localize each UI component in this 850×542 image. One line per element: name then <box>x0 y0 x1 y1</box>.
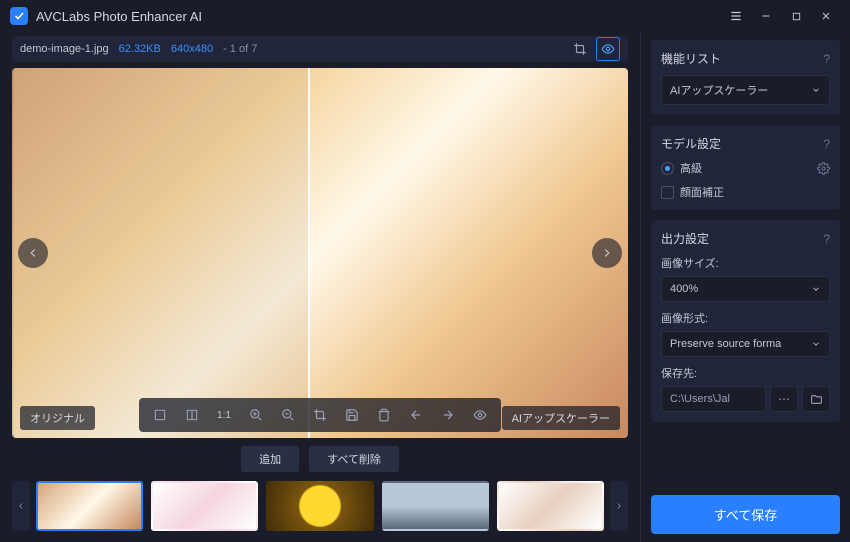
menu-button[interactable] <box>722 2 750 30</box>
preview-toolbar: 1:1 <box>139 398 501 432</box>
format-value: Preserve source forma <box>670 338 781 350</box>
delete-icon[interactable] <box>371 402 397 428</box>
output-title: 出力設定 <box>661 230 709 247</box>
path-input[interactable]: C:\Users\Jal <box>661 386 766 412</box>
thumbnails-row <box>12 478 628 534</box>
model-section: モデル設定 ? 高級 顔面補正 <box>651 125 840 210</box>
format-dropdown[interactable]: Preserve source forma <box>661 331 830 357</box>
checkbox-unchecked-icon <box>661 186 674 199</box>
path-label: 保存先: <box>661 365 830 381</box>
open-folder-button[interactable] <box>802 386 830 412</box>
thumbnail-1[interactable] <box>36 481 143 531</box>
format-label: 画像形式: <box>661 310 830 326</box>
chevron-down-icon <box>811 339 821 349</box>
size-value: 400% <box>670 283 698 295</box>
filename: demo-image-1.jpg <box>20 43 109 55</box>
undo-icon[interactable] <box>403 402 429 428</box>
next-image-button[interactable] <box>592 238 622 268</box>
crop-tool-icon[interactable] <box>307 402 333 428</box>
close-button[interactable] <box>812 2 840 30</box>
features-section: 機能リスト ? AIアップスケーラー <box>651 40 840 115</box>
chevron-down-icon <box>811 85 821 95</box>
counter: - 1 of 7 <box>223 43 257 55</box>
face-refine-option[interactable]: 顔面補正 <box>661 184 830 200</box>
app-title: AVCLabs Photo Enhancer AI <box>36 9 202 24</box>
face-refine-label: 顔面補正 <box>680 184 724 200</box>
thumbnail-4[interactable] <box>382 481 489 531</box>
zoom-out-icon[interactable] <box>275 402 301 428</box>
help-icon[interactable]: ? <box>823 137 830 151</box>
info-bar: demo-image-1.jpg 62.32KB 640x480 - 1 of … <box>12 36 628 62</box>
minimize-button[interactable] <box>752 2 780 30</box>
prev-image-button[interactable] <box>18 238 48 268</box>
file-info: demo-image-1.jpg 62.32KB 640x480 - 1 of … <box>20 43 257 55</box>
add-button[interactable]: 追加 <box>241 446 299 472</box>
preview-area: オリジナル AIアップスケーラー 1:1 <box>12 68 628 438</box>
path-more-button[interactable]: ⋯ <box>770 386 798 412</box>
save-all-button[interactable]: すべて保存 <box>651 495 840 534</box>
advanced-option[interactable]: 高級 <box>661 160 830 176</box>
original-side <box>12 68 308 438</box>
titlebar: AVCLabs Photo Enhancer AI <box>0 0 850 32</box>
features-title: 機能リスト <box>661 50 721 67</box>
left-panel: demo-image-1.jpg 62.32KB 640x480 - 1 of … <box>0 32 640 542</box>
feature-selected: AIアップスケーラー <box>670 82 768 98</box>
redo-icon[interactable] <box>435 402 461 428</box>
comparison-slider[interactable] <box>308 68 310 438</box>
preview-image <box>12 68 628 438</box>
zoom-in-icon[interactable] <box>243 402 269 428</box>
mode-label: AIアップスケーラー <box>502 406 620 430</box>
action-row: 追加 すべて削除 <box>12 438 628 478</box>
zoom-1to1-icon[interactable]: 1:1 <box>211 402 237 428</box>
help-icon[interactable]: ? <box>823 52 830 66</box>
eye-icon[interactable] <box>467 402 493 428</box>
thumbnail-5[interactable] <box>497 481 604 531</box>
advanced-label: 高級 <box>680 160 702 176</box>
save-single-icon[interactable] <box>339 402 365 428</box>
gear-icon[interactable] <box>817 162 830 175</box>
thumbnail-3[interactable] <box>266 481 373 531</box>
thumbs-next[interactable] <box>610 481 628 531</box>
model-title: モデル設定 <box>661 135 721 152</box>
delete-all-button[interactable]: すべて削除 <box>309 446 399 472</box>
crop-icon[interactable] <box>568 37 592 61</box>
right-panel: 機能リスト ? AIアップスケーラー モデル設定 ? 高級 顔面補正 <box>640 32 850 542</box>
help-icon[interactable]: ? <box>823 232 830 246</box>
maximize-button[interactable] <box>782 2 810 30</box>
dimensions: 640x480 <box>171 43 213 55</box>
thumbs-prev[interactable] <box>12 481 30 531</box>
size-dropdown[interactable]: 400% <box>661 276 830 302</box>
radio-checked-icon <box>661 162 674 175</box>
window-controls <box>722 2 840 30</box>
view-split-icon[interactable] <box>179 402 205 428</box>
filesize: 62.32KB <box>119 43 161 55</box>
app-logo <box>10 7 28 25</box>
output-section: 出力設定 ? 画像サイズ: 400% 画像形式: Preserve source… <box>651 220 840 422</box>
chevron-down-icon <box>811 284 821 294</box>
preview-icon[interactable] <box>596 37 620 61</box>
size-label: 画像サイズ: <box>661 255 830 271</box>
feature-dropdown[interactable]: AIアップスケーラー <box>661 75 830 105</box>
titlebar-left: AVCLabs Photo Enhancer AI <box>10 7 202 25</box>
thumbnail-2[interactable] <box>151 481 258 531</box>
view-single-icon[interactable] <box>147 402 173 428</box>
original-label: オリジナル <box>20 406 95 430</box>
